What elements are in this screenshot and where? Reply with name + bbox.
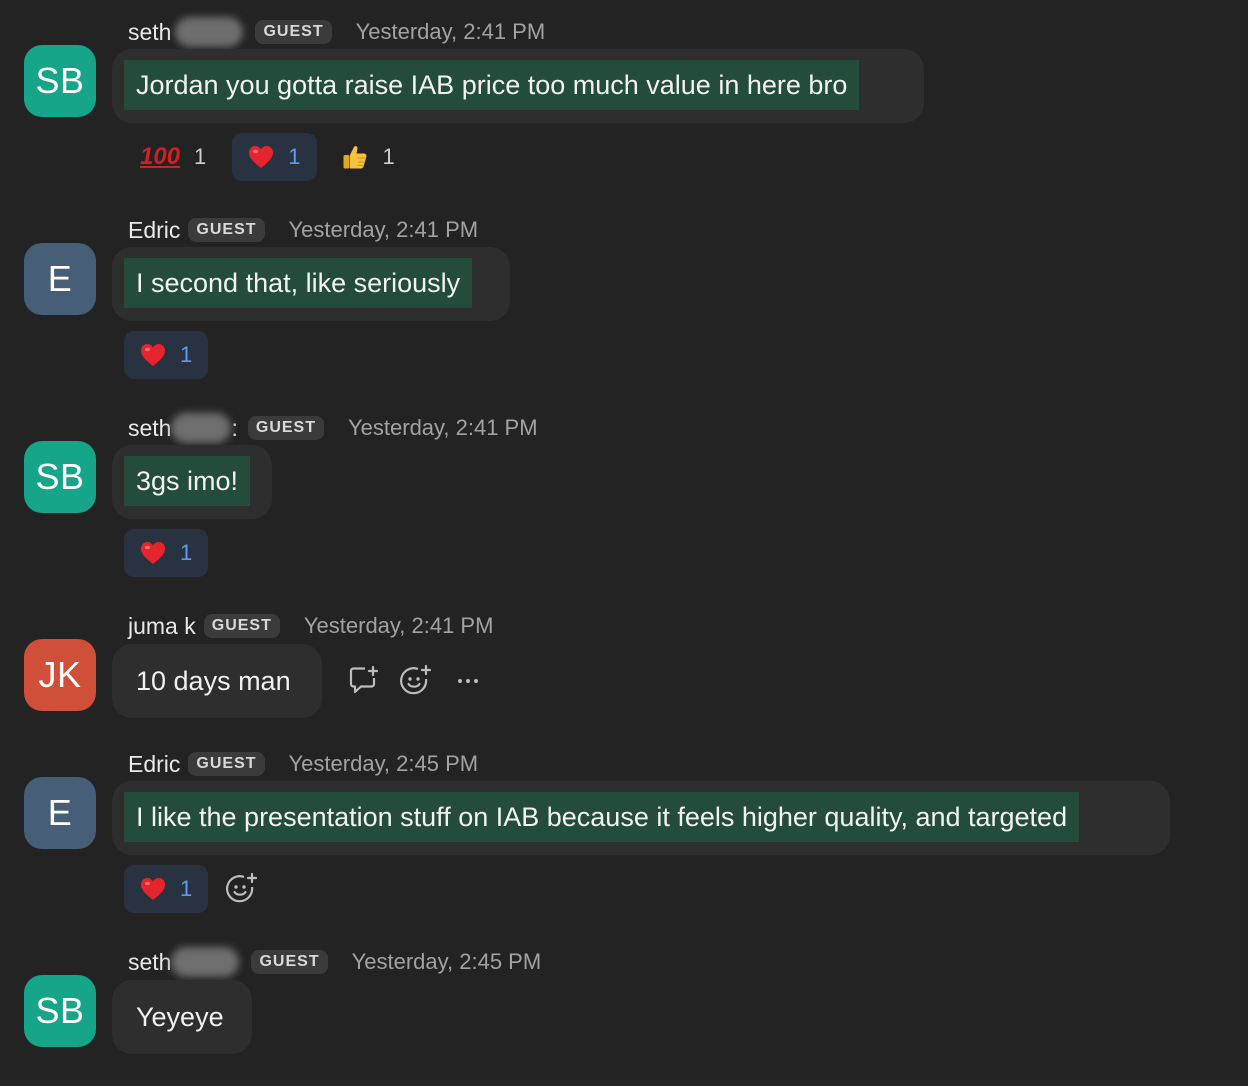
message-bubble[interactable]: I like the presentation stuff on IAB bec… (112, 781, 1170, 855)
timestamp: Yesterday, 2:41 PM (303, 613, 494, 638)
redacted-name (171, 947, 240, 977)
reaction-heart[interactable]: 1 (124, 865, 209, 913)
message-text: 3gs imo! (124, 456, 251, 506)
message-bubble[interactable]: Yeyeye (112, 980, 252, 1054)
reaction-heart[interactable]: 1 (124, 331, 209, 379)
redacted-name (171, 413, 232, 443)
message-bubble[interactable]: 3gs imo! (112, 445, 272, 519)
message-text: 10 days man (136, 666, 291, 696)
message-bubble[interactable]: I second that, like seriously (112, 247, 510, 321)
avatar[interactable]: JK (24, 639, 96, 711)
timestamp: Yesterday, 2:45 PM (351, 949, 542, 974)
sender-name[interactable]: Edric (128, 217, 180, 244)
message-text: Yeyeye (136, 1002, 224, 1032)
timestamp: Yesterday, 2:41 PM (355, 19, 546, 44)
avatar-initials: E (47, 258, 73, 299)
reply-in-thread-icon[interactable] (344, 661, 384, 701)
reaction-hundred[interactable]: 100 1 (124, 133, 222, 181)
add-reaction-icon[interactable] (222, 869, 262, 909)
message-header: Edric GUEST Yesterday, 2:45 PM (128, 749, 478, 779)
reaction-thumbs-up[interactable]: 1 (325, 133, 411, 181)
redacted-name (175, 17, 244, 47)
thumbs-up-icon (341, 143, 369, 171)
message-header: Edric GUEST Yesterday, 2:41 PM (128, 215, 478, 245)
sender-name[interactable]: seth (128, 19, 171, 46)
reaction-count: 1 (180, 342, 193, 367)
guest-badge: GUEST (188, 752, 265, 776)
reaction-bar: 100 1 1 1 (124, 133, 411, 181)
avatar-initials: JK (38, 654, 82, 695)
sender-suffix: : (231, 414, 238, 441)
timestamp: Yesterday, 2:41 PM (288, 217, 479, 242)
guest-badge: GUEST (203, 614, 280, 638)
more-options-icon[interactable] (448, 661, 488, 701)
chat-feed: SB seth GUEST Yesterday, 2:41 PM Jordan … (0, 0, 1248, 1086)
reaction-count: 1 (288, 144, 301, 169)
heart-icon (248, 145, 274, 169)
sender-name[interactable]: juma k (128, 613, 196, 640)
hundred-icon: 100 (140, 143, 181, 170)
heart-icon (140, 877, 166, 901)
message-header: seth GUEST Yesterday, 2:41 PM (128, 17, 545, 47)
message-bubble[interactable]: Jordan you gotta raise IAB price too muc… (112, 49, 924, 123)
reaction-heart[interactable]: 1 (124, 529, 209, 577)
heart-icon (140, 343, 166, 367)
reaction-bar: 1 (124, 865, 209, 913)
avatar-initials: E (47, 792, 73, 833)
avatar[interactable]: SB (24, 45, 96, 117)
avatar[interactable]: SB (24, 975, 96, 1047)
message-header: seth GUEST Yesterday, 2:45 PM (128, 947, 541, 977)
sender-name[interactable]: Edric (128, 751, 180, 778)
avatar-initials: SB (35, 990, 85, 1031)
guest-badge: GUEST (255, 20, 332, 44)
reaction-bar: 1 (124, 331, 209, 379)
avatar-initials: SB (35, 456, 85, 497)
avatar[interactable]: E (24, 777, 96, 849)
guest-badge: GUEST (188, 218, 265, 242)
message-text: I second that, like seriously (124, 258, 473, 308)
message-text: Jordan you gotta raise IAB price too muc… (124, 60, 860, 110)
heart-icon (140, 541, 166, 565)
sender-name[interactable]: seth (128, 949, 171, 976)
message-header: seth : GUEST Yesterday, 2:41 PM (128, 413, 538, 443)
timestamp: Yesterday, 2:41 PM (348, 415, 538, 440)
timestamp: Yesterday, 2:45 PM (288, 751, 479, 776)
reaction-heart[interactable]: 1 (232, 133, 317, 181)
reaction-count: 1 (194, 144, 207, 169)
sender-name[interactable]: seth (128, 415, 171, 442)
reaction-count: 1 (382, 144, 395, 169)
guest-badge: GUEST (247, 416, 324, 440)
reaction-count: 1 (180, 876, 193, 901)
message-header: juma k GUEST Yesterday, 2:41 PM (128, 611, 493, 641)
message-text: I like the presentation stuff on IAB bec… (124, 792, 1080, 842)
avatar[interactable]: SB (24, 441, 96, 513)
reaction-count: 1 (180, 540, 193, 565)
avatar[interactable]: E (24, 243, 96, 315)
message-bubble[interactable]: 10 days man (112, 644, 322, 718)
avatar-initials: SB (35, 60, 85, 101)
reaction-bar: 1 (124, 529, 209, 577)
guest-badge: GUEST (251, 950, 328, 974)
add-reaction-icon[interactable] (396, 661, 436, 701)
